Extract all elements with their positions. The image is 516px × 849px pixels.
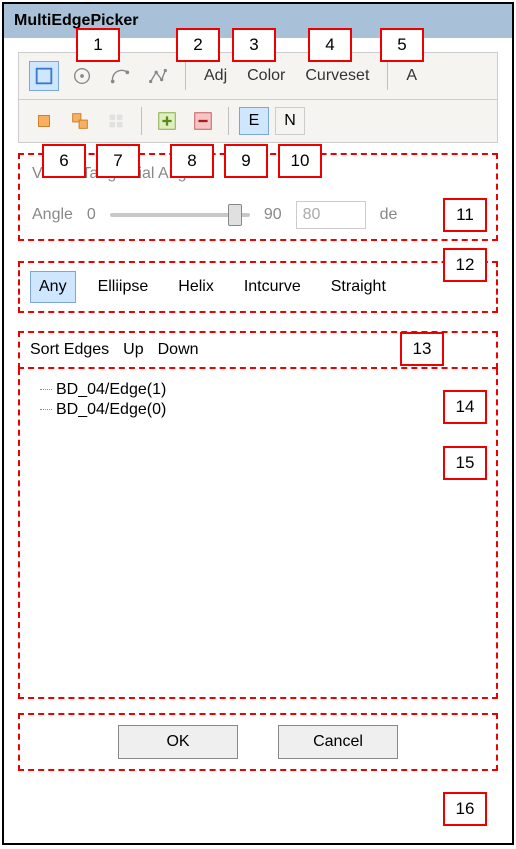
remove-icon[interactable] [188, 106, 218, 136]
tree-item[interactable]: BD_04/Edge(0) [40, 401, 476, 419]
deselect-icon[interactable] [101, 106, 131, 136]
toolbar-divider [228, 107, 229, 135]
cancel-button[interactable]: Cancel [278, 725, 398, 759]
angle-unit: de [380, 206, 398, 224]
callout-5: 5 [380, 28, 424, 62]
callout-16: 16 [443, 792, 487, 826]
callout-14: 14 [443, 390, 487, 424]
callout-4: 4 [308, 28, 352, 62]
polyline-icon[interactable] [143, 61, 173, 91]
callout-1: 1 [76, 28, 120, 62]
select-multi-icon[interactable] [65, 106, 95, 136]
callout-2: 2 [176, 28, 220, 62]
callout-7: 7 [96, 144, 140, 178]
toolbar-divider [185, 62, 186, 90]
filter-intcurve[interactable]: Intcurve [236, 272, 309, 302]
callout-11: 11 [443, 198, 487, 232]
mode-e-tab[interactable]: E [239, 107, 269, 135]
callout-13: 13 [400, 332, 444, 366]
angle-slider[interactable] [110, 213, 250, 217]
edge-tree[interactable]: BD_04/Edge(1) BD_04/Edge(0) [18, 369, 498, 699]
box-select-icon[interactable] [29, 61, 59, 91]
callout-3: 3 [232, 28, 276, 62]
filter-any[interactable]: Any [30, 271, 76, 303]
toolbar-divider [141, 107, 142, 135]
slider-thumb-icon[interactable] [228, 204, 242, 226]
adj-button[interactable]: Adj [198, 63, 233, 89]
dialog-window: MultiEdgePicker Adj Color Curveset A [2, 2, 514, 845]
curve-filter-row: Any Elliipse Helix Intcurve Straight [18, 261, 498, 313]
sort-label: Sort Edges [30, 341, 109, 359]
filter-straight[interactable]: Straight [323, 272, 394, 302]
sort-down[interactable]: Down [158, 341, 199, 359]
callout-8: 8 [170, 144, 214, 178]
angle-input[interactable] [296, 201, 366, 229]
sort-up[interactable]: Up [123, 341, 143, 359]
ok-button[interactable]: OK [118, 725, 238, 759]
angle-label: Angle [32, 206, 73, 224]
callout-15: 15 [443, 446, 487, 480]
filter-helix[interactable]: Helix [170, 272, 222, 302]
toolbar-divider [387, 62, 388, 90]
curveset-button[interactable]: Curveset [299, 63, 375, 89]
mode-n-tab[interactable]: N [275, 107, 305, 135]
tree-item[interactable]: BD_04/Edge(1) [40, 381, 476, 399]
add-icon[interactable] [152, 106, 182, 136]
edit-toolbar: E N [18, 100, 498, 143]
angle-max: 90 [264, 206, 282, 224]
color-button[interactable]: Color [241, 63, 291, 89]
callout-10: 10 [278, 144, 322, 178]
a-button[interactable]: A [400, 63, 423, 89]
select-single-icon[interactable] [29, 106, 59, 136]
callout-9: 9 [224, 144, 268, 178]
callout-12: 12 [443, 248, 487, 282]
arc-icon[interactable] [105, 61, 135, 91]
angle-row: Angle 0 90 de [32, 201, 484, 229]
center-point-icon[interactable] [67, 61, 97, 91]
callout-6: 6 [42, 144, 86, 178]
angle-min: 0 [87, 206, 96, 224]
dialog-buttons: OK Cancel [18, 713, 498, 771]
filter-ellipse[interactable]: Elliipse [90, 272, 157, 302]
